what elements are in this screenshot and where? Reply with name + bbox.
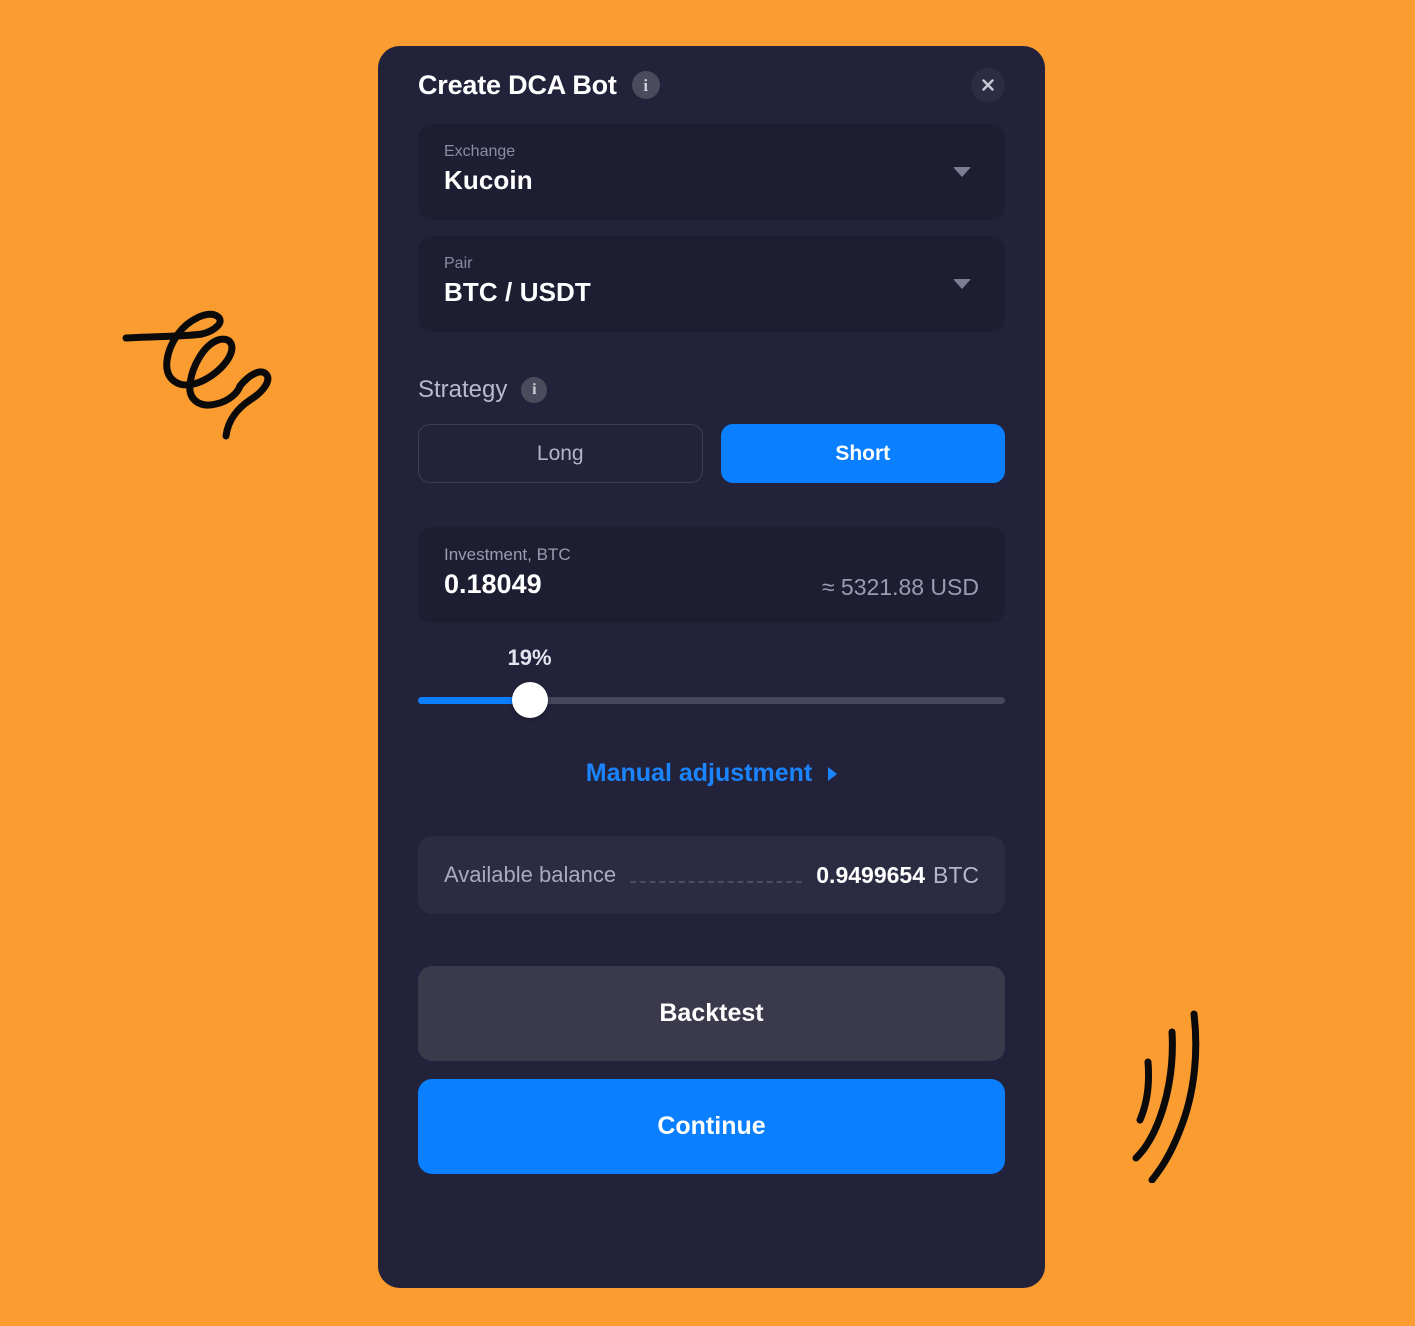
scribble-doodle [122,310,272,440]
strategy-info-icon[interactable]: i [521,377,548,403]
available-balance-unit: BTC [933,861,979,888]
create-dca-bot-modal: Create DCA Bot i Exchange Kucoin Pair BT… [378,46,1045,1288]
manual-adjustment-link[interactable]: Manual adjustment [418,759,1005,788]
manual-adjustment-label: Manual adjustment [585,759,813,787]
investment-input[interactable]: 0.18049 [444,569,822,600]
pair-select[interactable]: Pair BTC / USDT [418,236,1005,332]
strategy-option-long[interactable]: Long [418,424,703,483]
investment-left: Investment, BTC 0.18049 [444,545,822,600]
exchange-select[interactable]: Exchange Kucoin [418,124,1005,220]
investment-slider[interactable]: 19% [418,645,1005,723]
exchange-label: Exchange [444,143,516,160]
investment-label: Investment, BTC [444,545,571,564]
strategy-option-short-label: Short [835,441,891,465]
pair-value: BTC / USDT [444,277,591,308]
speed-lines-doodle [1132,1010,1200,1183]
close-icon [982,79,994,91]
modal-body: Exchange Kucoin Pair BTC / USDT Strategy… [378,124,1045,1174]
modal-header: Create DCA Bot i [378,46,1045,124]
investment-field[interactable]: Investment, BTC 0.18049 ≈ 5321.88 USD [418,527,1005,623]
available-balance-value: 0.9499654 [816,861,925,888]
backtest-button[interactable]: Backtest [418,966,1005,1061]
slider-thumb[interactable] [511,682,548,718]
title-info-icon[interactable]: i [631,71,660,99]
strategy-option-long-label: Long [536,441,584,465]
close-button[interactable] [971,68,1005,102]
strategy-option-short[interactable]: Short [720,424,1005,483]
available-balance-label: Available balance [444,862,617,887]
continue-button[interactable]: Continue [418,1079,1005,1174]
strategy-toggle-group: Long Short [418,424,1005,483]
page-title: Create DCA Bot [418,69,617,100]
slider-track[interactable] [418,697,1005,704]
strategy-header: Strategy i [418,376,1005,404]
exchange-value: Kucoin [444,165,533,196]
strategy-label: Strategy [418,376,508,403]
dotted-divider [630,880,803,883]
available-balance-row: Available balance 0.9499654 BTC [418,836,1005,914]
modal-actions: Backtest Continue [418,966,1005,1174]
investment-usd-equivalent: ≈ 5321.88 USD [821,573,979,600]
pair-label: Pair [444,255,473,272]
chevron-down-icon[interactable] [953,279,971,289]
chevron-down-icon[interactable] [953,167,971,177]
slider-value-label: 19% [507,645,552,670]
chevron-right-icon [828,766,838,781]
